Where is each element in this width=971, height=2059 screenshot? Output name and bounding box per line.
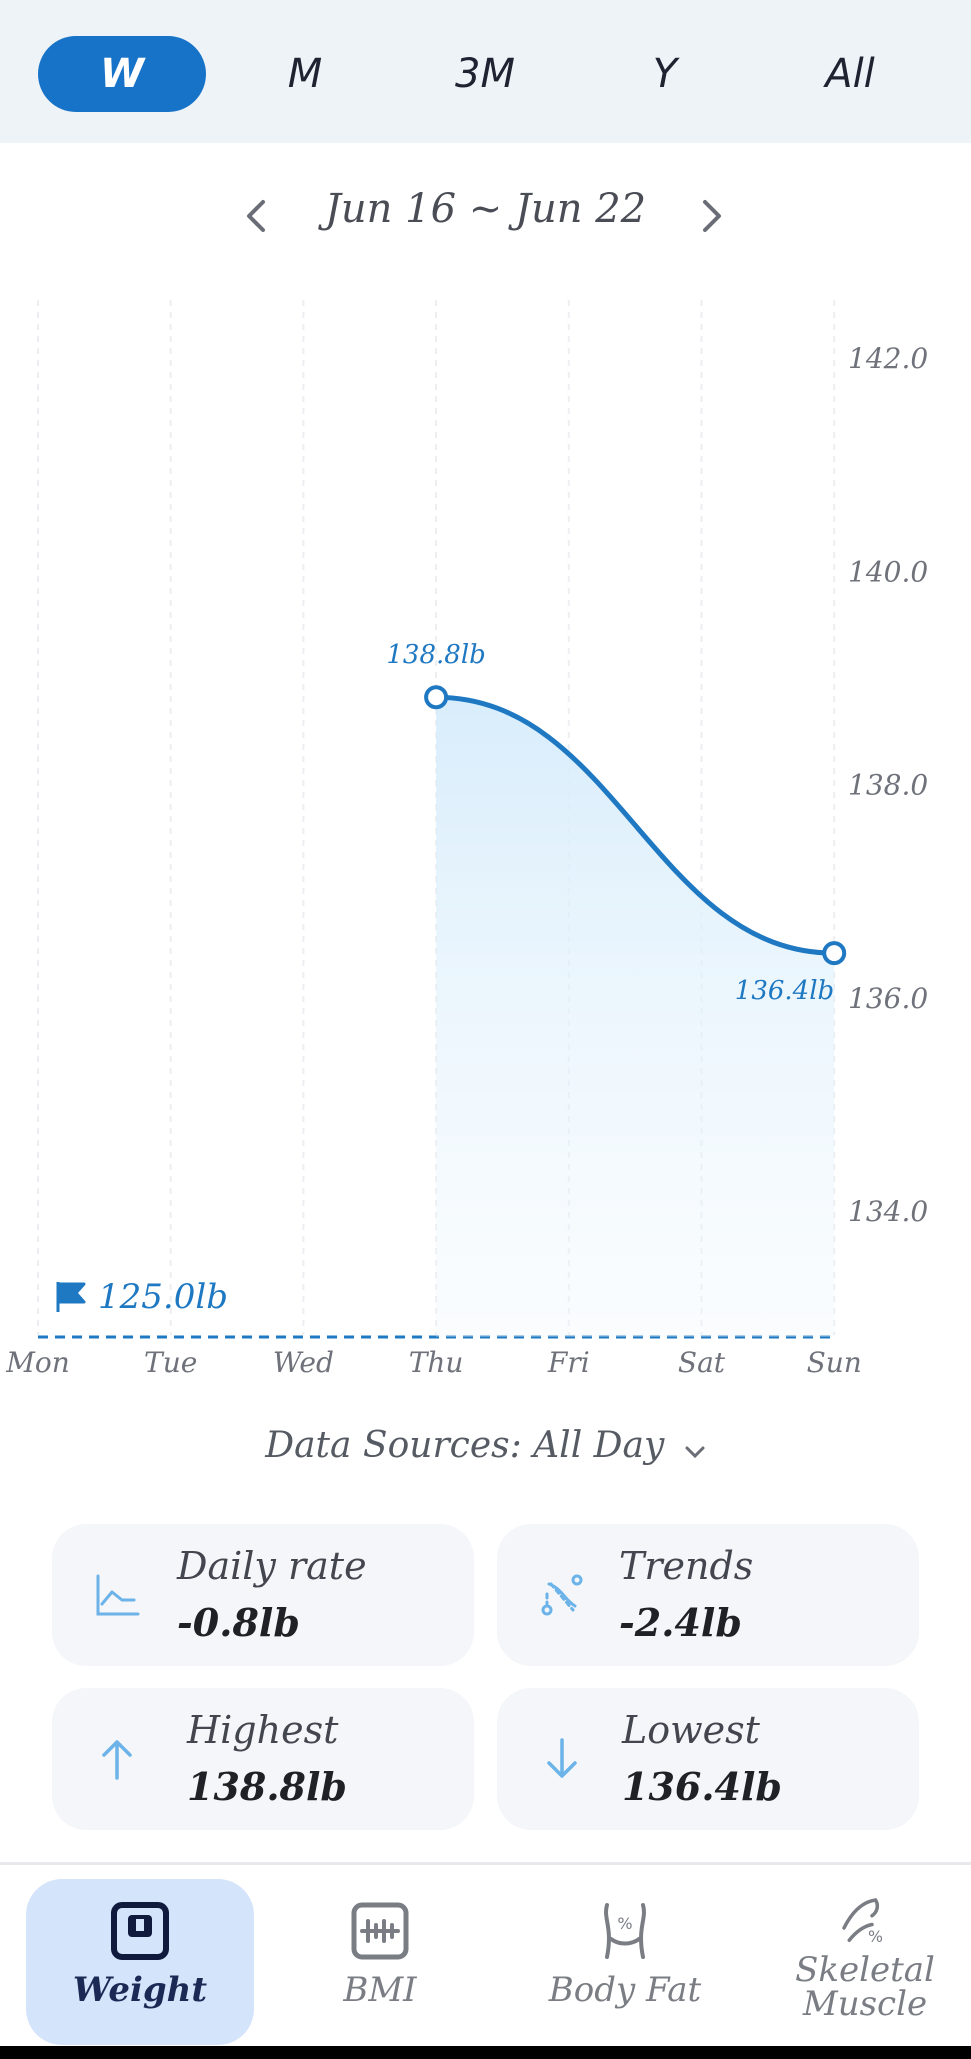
- y-tick-label: 138.0: [848, 769, 928, 802]
- scale-icon: [111, 1902, 169, 1960]
- period-selector: W M 3M Y All: [0, 0, 971, 143]
- arrow-down-icon: [547, 1738, 577, 1778]
- date-range-navigator: Jun 16 ~ Jun 22: [0, 176, 971, 256]
- highest-card: Highest 138.8lb: [52, 1688, 474, 1830]
- line-chart-icon: [96, 1574, 140, 1616]
- svg-text:%: %: [617, 1914, 632, 1933]
- next-range-button[interactable]: [682, 186, 742, 246]
- lowest-label: Lowest: [622, 1708, 760, 1752]
- y-tick-label: 142.0: [848, 342, 928, 375]
- nav-bmi[interactable]: BMI: [300, 1879, 460, 2045]
- daily-rate-card: Daily rate -0.8lb: [52, 1524, 474, 1666]
- tab-month[interactable]: M: [240, 36, 370, 112]
- x-tick-label-fri: Fri: [547, 1346, 590, 1379]
- lowest-value: 136.4lb: [622, 1764, 782, 1809]
- tab-3-months[interactable]: 3M: [420, 36, 550, 112]
- bottom-navigation: Weight BMI % Body Fat % Skeletal Muscle: [0, 1862, 971, 2059]
- nav-body-fat-label: Body Fat: [548, 1970, 702, 2010]
- highest-label: Highest: [187, 1708, 339, 1752]
- nav-weight[interactable]: Weight: [26, 1879, 254, 2045]
- data-point-sun: [822, 941, 847, 966]
- data-label-thu: 138.8lb: [386, 640, 485, 670]
- date-range-label: Jun 16 ~ Jun 22: [324, 186, 647, 232]
- svg-text:%: %: [868, 1927, 883, 1946]
- tab-year[interactable]: Y: [600, 36, 730, 112]
- flag-icon: [56, 1282, 86, 1312]
- series-area: [436, 697, 835, 1337]
- data-source-label: Data Sources: All Day: [265, 1425, 665, 1466]
- nav-bmi-label: BMI: [343, 1970, 417, 2010]
- trend-curve-icon: [541, 1574, 583, 1616]
- y-tick-label: 140.0: [848, 555, 928, 588]
- chevron-down-icon: [684, 1428, 706, 1469]
- goal-label: 125.0lb: [98, 1277, 228, 1317]
- trends-label: Trends: [619, 1544, 754, 1588]
- y-tick-label: 134.0: [848, 1195, 928, 1228]
- data-source-dropdown[interactable]: Data Sources: All Day: [0, 1425, 971, 1469]
- x-tick-label-thu: Thu: [409, 1346, 464, 1379]
- body-fat-icon: %: [604, 1903, 646, 1959]
- nav-skeletal-muscle-label: Skeletal Muscle: [795, 1950, 935, 2024]
- nav-weight-label: Weight: [72, 1970, 208, 2010]
- highest-value: 138.8lb: [187, 1764, 347, 1809]
- daily-rate-label: Daily rate: [177, 1544, 367, 1588]
- daily-rate-value: -0.8lb: [177, 1600, 300, 1645]
- nav-body-fat[interactable]: % Body Fat: [530, 1879, 720, 2045]
- x-tick-label-mon: Mon: [5, 1346, 70, 1379]
- trends-value: -2.4lb: [619, 1600, 742, 1645]
- data-point-thu: [424, 685, 449, 710]
- weight-chart: 142.0 140.0 138.0 136.0 134.0 Mon Tue Wed Thu Fri…: [5, 300, 928, 1379]
- muscle-icon: %: [842, 1898, 883, 1946]
- bmi-ruler-icon: [351, 1902, 409, 1960]
- trends-card: Trends -2.4lb: [497, 1524, 919, 1666]
- system-gesture-bar: [0, 2046, 971, 2059]
- chevron-right-icon: [703, 200, 721, 232]
- data-label-sun: 136.4lb: [735, 976, 834, 1006]
- x-tick-label-sun: Sun: [807, 1346, 862, 1379]
- tab-week[interactable]: W: [38, 36, 206, 112]
- x-tick-label-wed: Wed: [273, 1346, 334, 1379]
- x-tick-label-tue: Tue: [144, 1346, 197, 1379]
- nav-skeletal-muscle[interactable]: % Skeletal Muscle: [770, 1879, 960, 2045]
- lowest-card: Lowest 136.4lb: [497, 1688, 919, 1830]
- x-tick-label-sat: Sat: [678, 1346, 726, 1379]
- y-tick-label: 136.0: [848, 982, 928, 1015]
- arrow-up-icon: [102, 1740, 132, 1780]
- tab-all[interactable]: All: [780, 36, 920, 112]
